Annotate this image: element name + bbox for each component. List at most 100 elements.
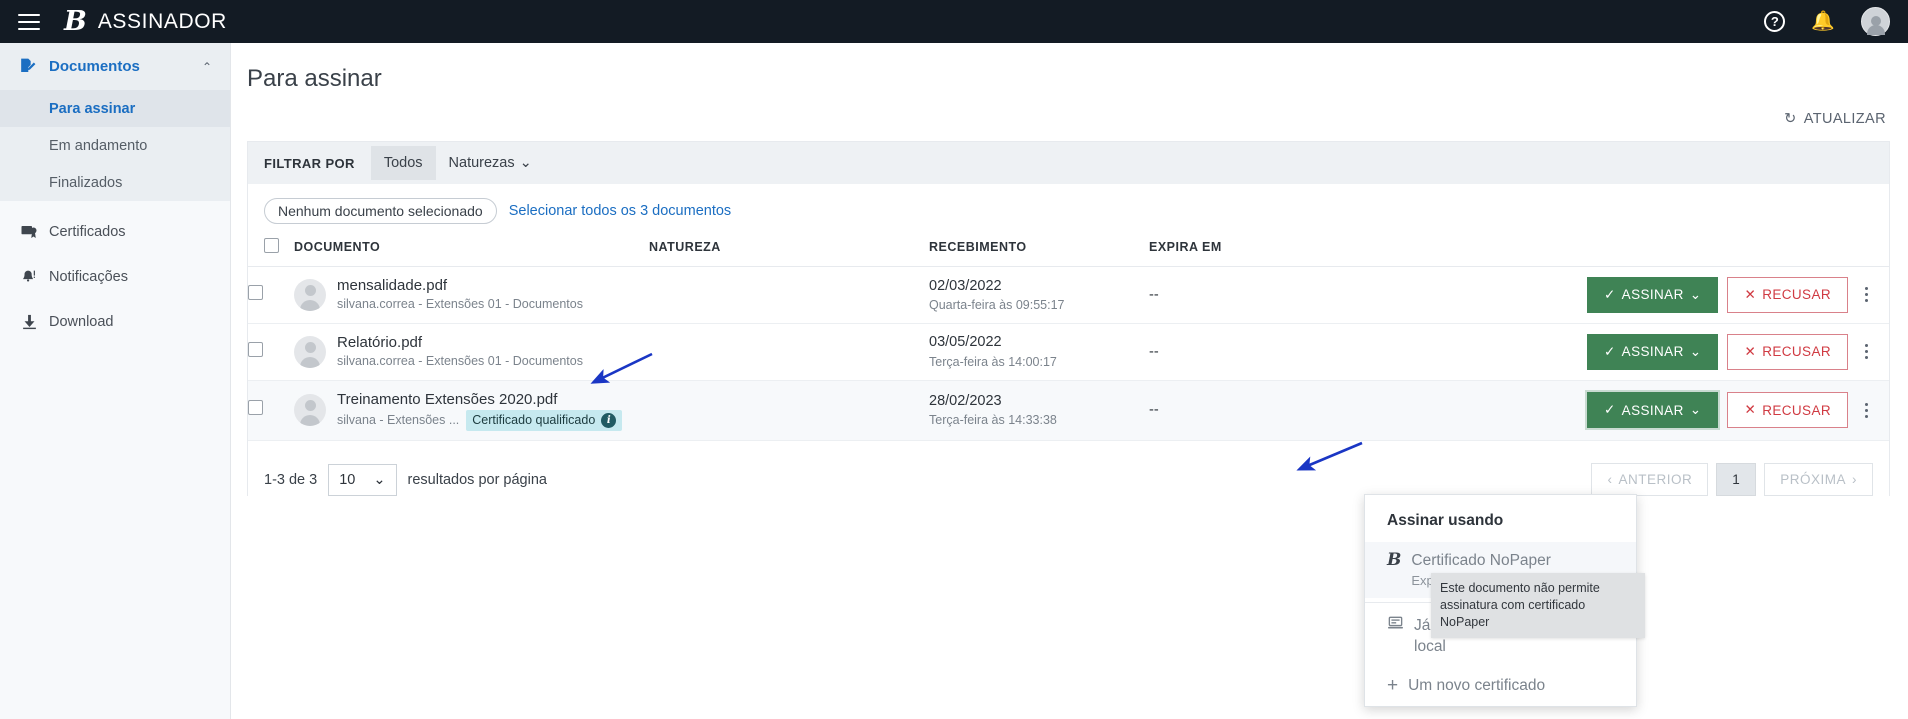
pagination-bar: 1-3 de 3 10 ⌄ resultados por página ‹ AN…	[248, 441, 1889, 496]
sidebar-item-certificados[interactable]: Certificados	[0, 209, 230, 254]
document-owner: silvana - Extensões ...	[337, 412, 459, 430]
received-date: 28/02/2023	[929, 391, 1149, 411]
page-layout: Documentos ⌃ Para assinar Em andamento F…	[0, 43, 1908, 719]
sidebar-item-notificacoes[interactable]: Notificações	[0, 254, 230, 299]
bell-alert-icon	[18, 268, 40, 286]
pagination-next-button[interactable]: PRÓXIMA ›	[1764, 463, 1873, 496]
select-all-checkbox[interactable]	[264, 238, 279, 253]
row-checkbox[interactable]	[248, 400, 263, 415]
column-natureza: NATUREZA	[649, 232, 929, 267]
hamburger-menu-icon[interactable]	[18, 14, 40, 30]
refuse-label: RECUSAR	[1762, 344, 1831, 359]
selection-bar: Nenhum documento selecionado Selecionar …	[248, 184, 1889, 232]
sidebar-item-para-assinar[interactable]: Para assinar	[0, 90, 230, 127]
filter-todos-button[interactable]: Todos	[371, 146, 436, 180]
tooltip-text: Este documento não permite assinatura co…	[1440, 581, 1600, 629]
cell-documento: Treinamento Extensões 2020.pdf silvana -…	[294, 380, 649, 441]
page-size-select[interactable]: 10 ⌄	[328, 464, 396, 496]
filter-naturezas-dropdown[interactable]: Naturezas ⌄	[436, 146, 545, 180]
received-date: 03/05/2022	[929, 332, 1149, 352]
expira-value: --	[1149, 344, 1159, 360]
refuse-button[interactable]: ✕ RECUSAR	[1727, 334, 1848, 370]
select-all-link[interactable]: Selecionar todos os 3 documentos	[509, 203, 731, 219]
sidebar-item-label: Certificados	[49, 224, 126, 240]
received-time: Terça-feira às 14:33:38	[929, 411, 1149, 429]
top-header-bar: B ASSINADOR ? 🔔	[0, 0, 1908, 43]
cell-natureza	[649, 323, 929, 380]
refresh-icon: ↻	[1784, 111, 1797, 127]
chevron-down-icon: ⌄	[1690, 287, 1702, 303]
cell-expira: --	[1149, 267, 1329, 324]
pagination-prev-label: ANTERIOR	[1618, 472, 1692, 487]
cell-recebimento: 03/05/2022 Terça-feira às 14:00:17	[929, 323, 1149, 380]
sidebar-item-em-andamento[interactable]: Em andamento	[0, 127, 230, 164]
refuse-label: RECUSAR	[1762, 287, 1831, 302]
table-row[interactable]: Treinamento Extensões 2020.pdf silvana -…	[248, 380, 1889, 441]
sign-button[interactable]: ✓ ASSINAR ⌄	[1587, 392, 1719, 428]
filter-naturezas-label: Naturezas	[449, 155, 515, 171]
row-more-options-icon[interactable]	[1857, 340, 1875, 363]
cell-recebimento: 02/03/2022 Quarta-feira às 09:55:17	[929, 267, 1149, 324]
refuse-button[interactable]: ✕ RECUSAR	[1727, 392, 1848, 428]
sign-menu-title: Assinar usando	[1365, 495, 1636, 542]
sign-menu-item-novo-certificado[interactable]: + Um novo certificado	[1365, 667, 1636, 706]
status-badge: Certificado qualificado i	[466, 410, 622, 432]
cell-actions: ✓ ASSINAR ⌄ ✕ RECUSAR	[1329, 380, 1889, 441]
sign-label: ASSINAR	[1622, 287, 1684, 302]
row-checkbox-cell	[248, 380, 294, 441]
sidebar-subitem-label: Para assinar	[49, 101, 135, 117]
refuse-button[interactable]: ✕ RECUSAR	[1727, 277, 1848, 313]
received-time: Quarta-feira às 09:55:17	[929, 296, 1149, 314]
row-checkbox-cell	[248, 267, 294, 324]
sidebar-subitem-label: Finalizados	[49, 175, 122, 191]
row-checkbox[interactable]	[248, 285, 263, 300]
check-icon: ✓	[1604, 287, 1616, 303]
tooltip-nopaper-not-allowed: Este documento não permite assinatura co…	[1431, 573, 1645, 638]
documents-table: DOCUMENTO NATUREZA RECEBIMENTO EXPIRA EM	[248, 232, 1889, 441]
avatar	[294, 336, 326, 368]
close-icon: ✕	[1744, 402, 1756, 418]
sign-button[interactable]: ✓ ASSINAR ⌄	[1587, 277, 1719, 313]
nopaper-b-icon: B	[1387, 551, 1401, 570]
status-badge-label: Certificado qualificado	[472, 412, 595, 430]
check-icon: ✓	[1604, 344, 1616, 360]
sidebar-item-label: Download	[49, 314, 114, 330]
row-more-options-icon[interactable]	[1857, 283, 1875, 306]
sidebar-item-label: Notificações	[49, 269, 128, 285]
sidebar: Documentos ⌃ Para assinar Em andamento F…	[0, 43, 231, 719]
cell-documento: mensalidade.pdf silvana.correa - Extensõ…	[294, 267, 649, 324]
chevron-right-icon: ›	[1852, 472, 1857, 487]
pagination-prev-button[interactable]: ‹ ANTERIOR	[1591, 463, 1708, 496]
sign-menu-item-label: Um novo certificado	[1408, 676, 1545, 697]
sign-menu-item-label: Certificado NoPaper	[1411, 552, 1551, 569]
brand-logo[interactable]: B ASSINADOR	[64, 8, 227, 35]
received-date: 02/03/2022	[929, 276, 1149, 296]
sidebar-item-download[interactable]: Download	[0, 299, 230, 344]
sidebar-group-documentos[interactable]: Documentos ⌃	[0, 43, 230, 90]
table-row[interactable]: Relatório.pdf silvana.correa - Extensões…	[248, 323, 1889, 380]
close-icon: ✕	[1744, 287, 1756, 303]
refresh-label: ATUALIZAR	[1804, 111, 1886, 127]
sign-button[interactable]: ✓ ASSINAR ⌄	[1587, 334, 1719, 370]
table-header-row: DOCUMENTO NATUREZA RECEBIMENTO EXPIRA EM	[248, 232, 1889, 267]
table-row[interactable]: mensalidade.pdf silvana.correa - Extensõ…	[248, 267, 1889, 324]
pagination-page-1[interactable]: 1	[1716, 463, 1756, 496]
per-page-label: resultados por página	[408, 472, 547, 488]
refresh-button[interactable]: ↻ ATUALIZAR	[1784, 111, 1886, 127]
table-body: mensalidade.pdf silvana.correa - Extensõ…	[248, 267, 1889, 441]
sidebar-subitem-label: Em andamento	[49, 138, 147, 154]
user-avatar[interactable]	[1861, 7, 1890, 36]
row-checkbox[interactable]	[248, 342, 263, 357]
info-icon[interactable]: i	[601, 413, 616, 428]
document-owner: silvana.correa - Extensões 01 - Document…	[337, 296, 583, 314]
document-edit-icon	[18, 57, 40, 76]
notifications-bell-icon[interactable]: 🔔	[1811, 12, 1835, 31]
help-icon[interactable]: ?	[1764, 11, 1785, 32]
chevron-left-icon: ‹	[1607, 472, 1612, 487]
close-icon: ✕	[1744, 344, 1756, 360]
column-actions	[1329, 232, 1889, 267]
results-range: 1-3 de 3	[264, 472, 317, 488]
sidebar-item-finalizados[interactable]: Finalizados	[0, 164, 230, 201]
row-more-options-icon[interactable]	[1857, 399, 1875, 422]
selection-status-chip: Nenhum documento selecionado	[264, 198, 497, 224]
